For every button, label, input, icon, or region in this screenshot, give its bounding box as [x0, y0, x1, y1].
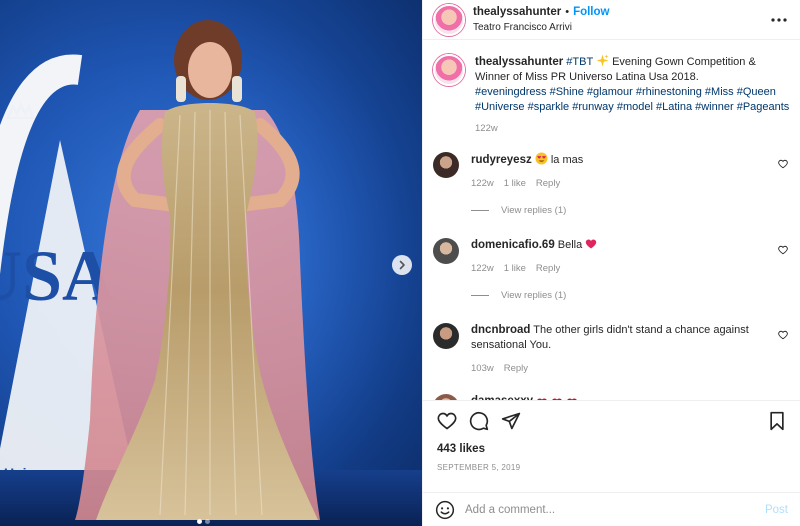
kiss-lips-emoji-icon — [552, 398, 562, 400]
caption-username[interactable]: thealyssahunter — [475, 56, 563, 68]
comment-body: rudyreyesz la mas 122w 1 like Reply — [471, 152, 771, 191]
view-replies-button[interactable]: View replies (1) — [471, 205, 790, 216]
share-button[interactable] — [501, 411, 521, 431]
comment-username[interactable]: domenicafio.69 — [471, 239, 555, 251]
post-caption: thealyssahunter #TBT Evening Gown Compet… — [433, 54, 790, 136]
comment-item: domenicafio.69 Bella 122w 1 like Reply — [433, 238, 790, 276]
emoji-picker-button[interactable] — [435, 500, 455, 520]
slide-indicator — [197, 519, 210, 524]
comment-input[interactable] — [465, 503, 765, 516]
slide-dot — [205, 519, 210, 524]
lips-emojis — [536, 395, 578, 400]
reply-button[interactable]: Reply — [504, 361, 528, 376]
follow-button[interactable]: Follow — [573, 6, 609, 18]
comment-button[interactable] — [469, 411, 489, 431]
likes-count[interactable]: 443 likes — [437, 443, 786, 455]
author-username[interactable]: thealyssahunter — [473, 6, 561, 18]
post-image[interactable]: USA Universo — [0, 0, 422, 526]
comment-like-button[interactable] — [778, 158, 788, 172]
comment-username[interactable]: rudyreyesz — [471, 154, 532, 166]
caption-hashtags[interactable]: #eveningdress #Shine #glamour #rhineston… — [475, 85, 790, 115]
comment-time: 103w — [471, 363, 494, 374]
comment-like-button[interactable] — [778, 329, 788, 343]
comment-username[interactable]: damasexxy — [471, 395, 533, 400]
paper-plane-icon — [501, 412, 521, 430]
comment-likes[interactable]: 1 like — [504, 176, 526, 191]
caption-body: thealyssahunter #TBT Evening Gown Compet… — [475, 54, 790, 136]
post-location[interactable]: Teatro Francisco Arrivi — [473, 20, 609, 35]
commenter-avatar[interactable] — [433, 323, 459, 349]
reply-button[interactable]: Reply — [536, 176, 560, 191]
post-header: thealyssahunter • Follow Teatro Francisco … — [423, 0, 800, 40]
post-comment-button[interactable]: Post — [765, 504, 788, 516]
comment-like-button[interactable] — [778, 244, 788, 258]
comment-meta: 122w 1 like Reply — [471, 261, 771, 276]
comment-meta: 122w 1 like Reply — [471, 176, 771, 191]
red-heart-emoji-icon — [586, 239, 597, 249]
hashtag-tbt[interactable]: #TBT — [566, 56, 593, 68]
more-horizontal-icon — [771, 18, 787, 22]
instagram-post: USA Universo — [0, 0, 800, 526]
comment-time: 122w — [471, 178, 494, 189]
comments-list[interactable]: thealyssahunter #TBT Evening Gown Compet… — [423, 40, 800, 400]
post-actions-section: 443 likes SEPTEMBER 5, 2019 — [423, 400, 800, 492]
comment-time: 122w — [471, 263, 494, 274]
comment-body: dncnbroad The other girls didn't stand a… — [471, 323, 771, 376]
view-replies-label: View replies (1) — [501, 290, 567, 301]
commenter-avatar[interactable] — [433, 394, 459, 400]
replies-divider — [471, 295, 489, 296]
slide-dot-active — [197, 519, 202, 524]
replies-divider — [471, 210, 489, 211]
heart-eyes-emoji-icon — [535, 152, 548, 165]
stage-logo-text: USA — [0, 236, 114, 316]
save-button[interactable] — [768, 411, 786, 431]
comment-item: rudyreyesz la mas 122w 1 like Reply — [433, 152, 790, 191]
comment-item: damasexxy — [433, 394, 790, 400]
comment-meta: 103w Reply — [471, 361, 771, 376]
comment-username[interactable]: dncnbroad — [471, 324, 530, 336]
reply-button[interactable]: Reply — [536, 261, 560, 276]
commenter-avatar[interactable] — [433, 152, 459, 178]
comment-text: Bella — [557, 239, 586, 251]
heart-outline-icon — [778, 245, 788, 255]
view-replies-button[interactable]: View replies (1) — [471, 290, 790, 301]
author-info: thealyssahunter • Follow Teatro Francisco … — [473, 4, 609, 35]
more-options-button[interactable] — [770, 11, 788, 32]
next-slide-button[interactable] — [392, 255, 412, 275]
author-avatar[interactable] — [433, 3, 465, 36]
chevron-right-icon — [399, 260, 405, 270]
view-replies-label: View replies (1) — [501, 205, 567, 216]
separator-dot: • — [565, 6, 570, 18]
comment-bubble-icon — [469, 411, 489, 431]
bookmark-icon — [770, 411, 784, 431]
heart-outline-icon — [778, 159, 788, 169]
heart-outline-icon — [778, 330, 788, 340]
comment-likes[interactable]: 1 like — [504, 261, 526, 276]
comment-body: domenicafio.69 Bella 122w 1 like Reply — [471, 238, 771, 276]
heart-icon — [437, 412, 457, 430]
smiley-icon — [435, 500, 455, 519]
like-button[interactable] — [437, 411, 457, 431]
post-side-panel: thealyssahunter • Follow Teatro Francisco … — [422, 0, 800, 526]
sparkles-emoji-icon — [596, 54, 609, 67]
caption-time: 122w — [475, 123, 498, 134]
kiss-lips-emoji-icon — [537, 398, 547, 400]
commenter-avatar[interactable] — [433, 238, 459, 264]
kiss-lips-emoji-icon — [567, 398, 578, 400]
comment-body: damasexxy — [471, 394, 771, 400]
photo-illustration: USA Universo — [0, 0, 422, 526]
caption-author-avatar[interactable] — [433, 54, 465, 86]
post-date: SEPTEMBER 5, 2019 — [437, 463, 521, 472]
action-bar — [437, 411, 786, 431]
comment-text: la mas — [547, 154, 584, 166]
comment-item: dncnbroad The other girls didn't stand a… — [433, 323, 790, 376]
add-comment-bar: Post — [423, 492, 800, 526]
